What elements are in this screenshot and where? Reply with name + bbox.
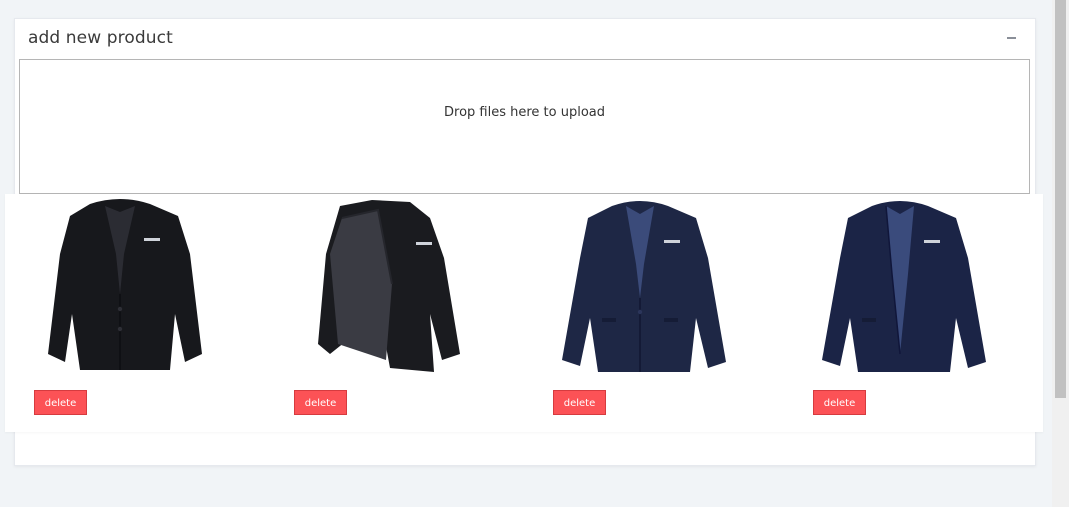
- product-image: [562, 201, 726, 372]
- vertical-scrollbar[interactable]: [1052, 0, 1069, 507]
- image-preview-list: delete delete delete delete: [5, 194, 1043, 432]
- page: add new product Drop files here to uploa…: [0, 0, 1069, 507]
- product-image: [318, 200, 460, 372]
- image-preview-item: delete: [280, 194, 480, 424]
- product-image: [48, 199, 202, 370]
- panel-title: add new product: [28, 28, 173, 48]
- product-image: [822, 201, 986, 372]
- image-preview-item: delete: [540, 194, 740, 424]
- delete-button[interactable]: delete: [294, 390, 347, 415]
- scrollbar-thumb[interactable]: [1055, 0, 1066, 398]
- dropzone-message: Drop files here to upload: [444, 105, 605, 120]
- delete-button[interactable]: delete: [553, 390, 606, 415]
- delete-button[interactable]: delete: [34, 390, 87, 415]
- image-preview-item: delete: [800, 194, 1000, 424]
- file-dropzone[interactable]: Drop files here to upload: [19, 59, 1030, 194]
- image-preview-item: delete: [20, 194, 220, 424]
- panel-header: add new product: [15, 19, 1035, 59]
- delete-button[interactable]: delete: [813, 390, 866, 415]
- minus-icon[interactable]: [1005, 29, 1019, 43]
